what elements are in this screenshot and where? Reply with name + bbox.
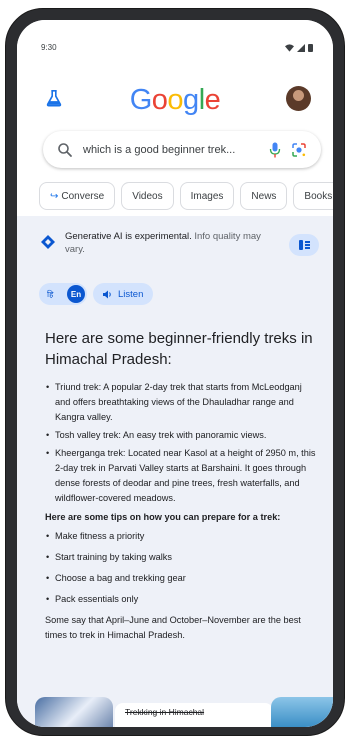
chip-label: Images bbox=[190, 190, 224, 202]
listen-button[interactable]: Listen bbox=[93, 283, 154, 305]
tips-title: Here are some tips on how you can prepar… bbox=[45, 512, 281, 522]
chip-label: Books bbox=[304, 190, 333, 202]
tips-list: Make fitness a priority Start training b… bbox=[45, 529, 319, 607]
source-cards: Trekking in Himachal bbox=[35, 697, 333, 727]
lang-alt[interactable]: हि bbox=[47, 289, 53, 300]
notice-strong: Generative AI is experimental. bbox=[65, 231, 192, 242]
logo-letter: o bbox=[151, 84, 168, 116]
notice-text: Generative AI is experimental. Info qual… bbox=[65, 230, 265, 256]
source-card-thumbnail[interactable] bbox=[271, 697, 333, 727]
chip-label: Videos bbox=[132, 190, 163, 202]
language-toggle[interactable]: हि En bbox=[39, 283, 87, 305]
listen-label: Listen bbox=[118, 288, 144, 300]
lang-active[interactable]: En bbox=[67, 285, 85, 303]
overview-heading: Here are some beginner-friendly treks in… bbox=[45, 330, 313, 368]
status-icons bbox=[285, 43, 313, 52]
source-card-thumbnail[interactable] bbox=[35, 697, 113, 727]
wifi-icon bbox=[285, 43, 294, 52]
profile-avatar[interactable] bbox=[286, 86, 311, 111]
list-item: Pack essentials only bbox=[45, 592, 319, 607]
chip-images[interactable]: Images bbox=[179, 182, 235, 210]
speaker-icon bbox=[103, 290, 111, 298]
status-time: 9:30 bbox=[41, 43, 57, 52]
panel-icon bbox=[298, 240, 310, 250]
overview-controls: हि En Listen bbox=[39, 282, 154, 306]
chip-label: Converse bbox=[61, 190, 105, 202]
list-item: Kheerganga trek: Located near Kasol at a… bbox=[45, 446, 319, 506]
list-item: Triund trek: A popular 2-day trek that s… bbox=[45, 380, 319, 425]
search-query[interactable]: which is a good beginner trek... bbox=[83, 144, 269, 156]
expand-sidebar-button[interactable] bbox=[289, 234, 319, 256]
logo-letter: G bbox=[129, 84, 153, 116]
follow-up-arrow-icon: ↪ bbox=[50, 190, 59, 202]
ai-overview-panel: Generative AI is experimental. Info qual… bbox=[17, 216, 333, 727]
list-item: Make fitness a priority bbox=[45, 529, 319, 544]
list-item: Tosh valley trek: An easy trek with pano… bbox=[45, 428, 319, 443]
search-filter-chips: ↪ Converse Videos Images News Books bbox=[39, 182, 333, 210]
list-item: Choose a bag and trekking gear bbox=[45, 571, 319, 586]
sge-diamond-icon bbox=[41, 235, 55, 249]
mic-icon[interactable] bbox=[269, 142, 281, 158]
lens-icon[interactable] bbox=[291, 142, 307, 158]
logo-letter: g bbox=[183, 84, 199, 116]
screen: 9:30 Google which is a good beginner tre… bbox=[17, 20, 333, 727]
logo-letter: e bbox=[204, 84, 221, 116]
chip-news[interactable]: News bbox=[240, 182, 288, 210]
chip-converse[interactable]: ↪ Converse bbox=[39, 182, 116, 210]
search-header: 9:30 Google which is a good beginner tre… bbox=[17, 20, 333, 216]
source-card-title[interactable]: Trekking in Himachal bbox=[125, 707, 204, 717]
logo-letter: o bbox=[167, 84, 184, 116]
phone-frame: 9:30 Google which is a good beginner tre… bbox=[5, 8, 345, 736]
list-item: Start training by taking walks bbox=[45, 550, 319, 565]
trek-list: Triund trek: A popular 2-day trek that s… bbox=[45, 380, 319, 506]
chip-videos[interactable]: Videos bbox=[121, 182, 174, 210]
overview-outro: Some say that April–June and October–Nov… bbox=[45, 615, 301, 640]
status-bar: 9:30 bbox=[41, 43, 313, 57]
chip-books[interactable]: Books bbox=[293, 182, 333, 210]
battery-icon bbox=[308, 44, 313, 52]
chip-label: News bbox=[251, 190, 277, 202]
overview-body: Triund trek: A popular 2-day trek that s… bbox=[45, 380, 319, 643]
signal-icon bbox=[297, 43, 305, 52]
search-bar[interactable]: which is a good beginner trek... bbox=[43, 131, 321, 168]
search-icon bbox=[58, 142, 72, 157]
